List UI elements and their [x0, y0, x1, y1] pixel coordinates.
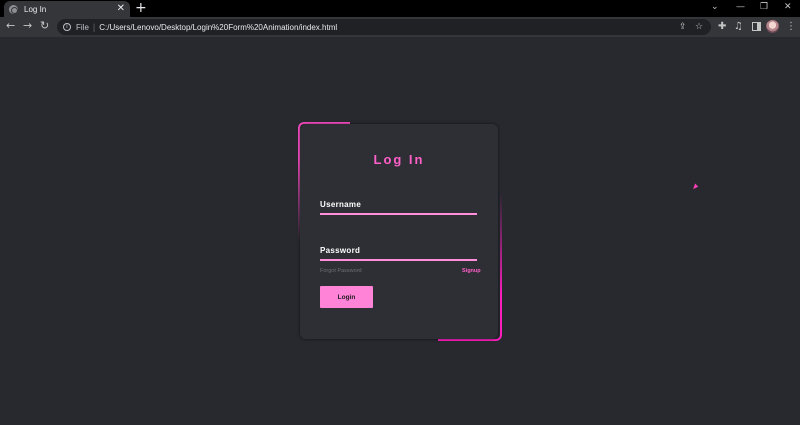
- puzzle-icon[interactable]: ✚: [718, 20, 726, 34]
- cursor-icon: [693, 183, 699, 191]
- arrow-left-icon[interactable]: ←: [6, 19, 15, 33]
- password-underline: [320, 259, 477, 261]
- forgot-password-link[interactable]: Forgot Password: [320, 268, 362, 274]
- url-text[interactable]: C:/Users/Lenovo/Desktop/Login%20Form%20A…: [99, 23, 337, 32]
- signup-link[interactable]: Signup: [462, 268, 481, 274]
- scheme-label: File: [76, 22, 89, 32]
- address-bar[interactable]: i File | C:/Users/Lenovo/Desktop/Login%2…: [57, 19, 711, 35]
- share-icon[interactable]: ⇪: [679, 19, 687, 35]
- kebab-icon[interactable]: ⋮: [786, 20, 796, 34]
- close-window-button[interactable]: ✕: [784, 2, 792, 12]
- tab-title: Log In: [24, 4, 47, 14]
- login-title: Log In: [373, 152, 425, 167]
- browser-toolbar: ← → ↻ i File | C:/Users/Lenovo/Desktop/L…: [0, 17, 800, 37]
- login-button[interactable]: Login: [320, 286, 373, 308]
- tab-strip: Log In ✕ + ⌄ — ❐ ✕: [0, 0, 800, 17]
- close-tab-icon[interactable]: ✕: [117, 4, 125, 14]
- username-input[interactable]: [320, 198, 477, 212]
- avatar[interactable]: [766, 20, 779, 33]
- tab-search-icon[interactable]: ⌄: [711, 2, 719, 12]
- browser-tab[interactable]: Log In ✕: [4, 1, 130, 17]
- new-tab-button[interactable]: +: [135, 1, 147, 15]
- password-input[interactable]: [320, 244, 477, 258]
- minimize-button[interactable]: —: [736, 2, 745, 12]
- login-card: Log In Username Password Forgot Password…: [300, 124, 498, 339]
- maximize-button[interactable]: ❐: [760, 2, 768, 12]
- info-icon[interactable]: i: [63, 23, 71, 31]
- address-separator: |: [92, 22, 96, 32]
- reload-icon[interactable]: ↻: [40, 19, 49, 33]
- login-form-frame: Log In Username Password Forgot Password…: [298, 122, 502, 341]
- media-icon[interactable]: ♫: [734, 20, 743, 34]
- sidepanel-icon[interactable]: [752, 22, 761, 31]
- star-icon[interactable]: ☆: [695, 19, 703, 35]
- globe-icon: [9, 4, 18, 14]
- arrow-right-icon[interactable]: →: [23, 19, 32, 33]
- username-underline: [320, 213, 477, 215]
